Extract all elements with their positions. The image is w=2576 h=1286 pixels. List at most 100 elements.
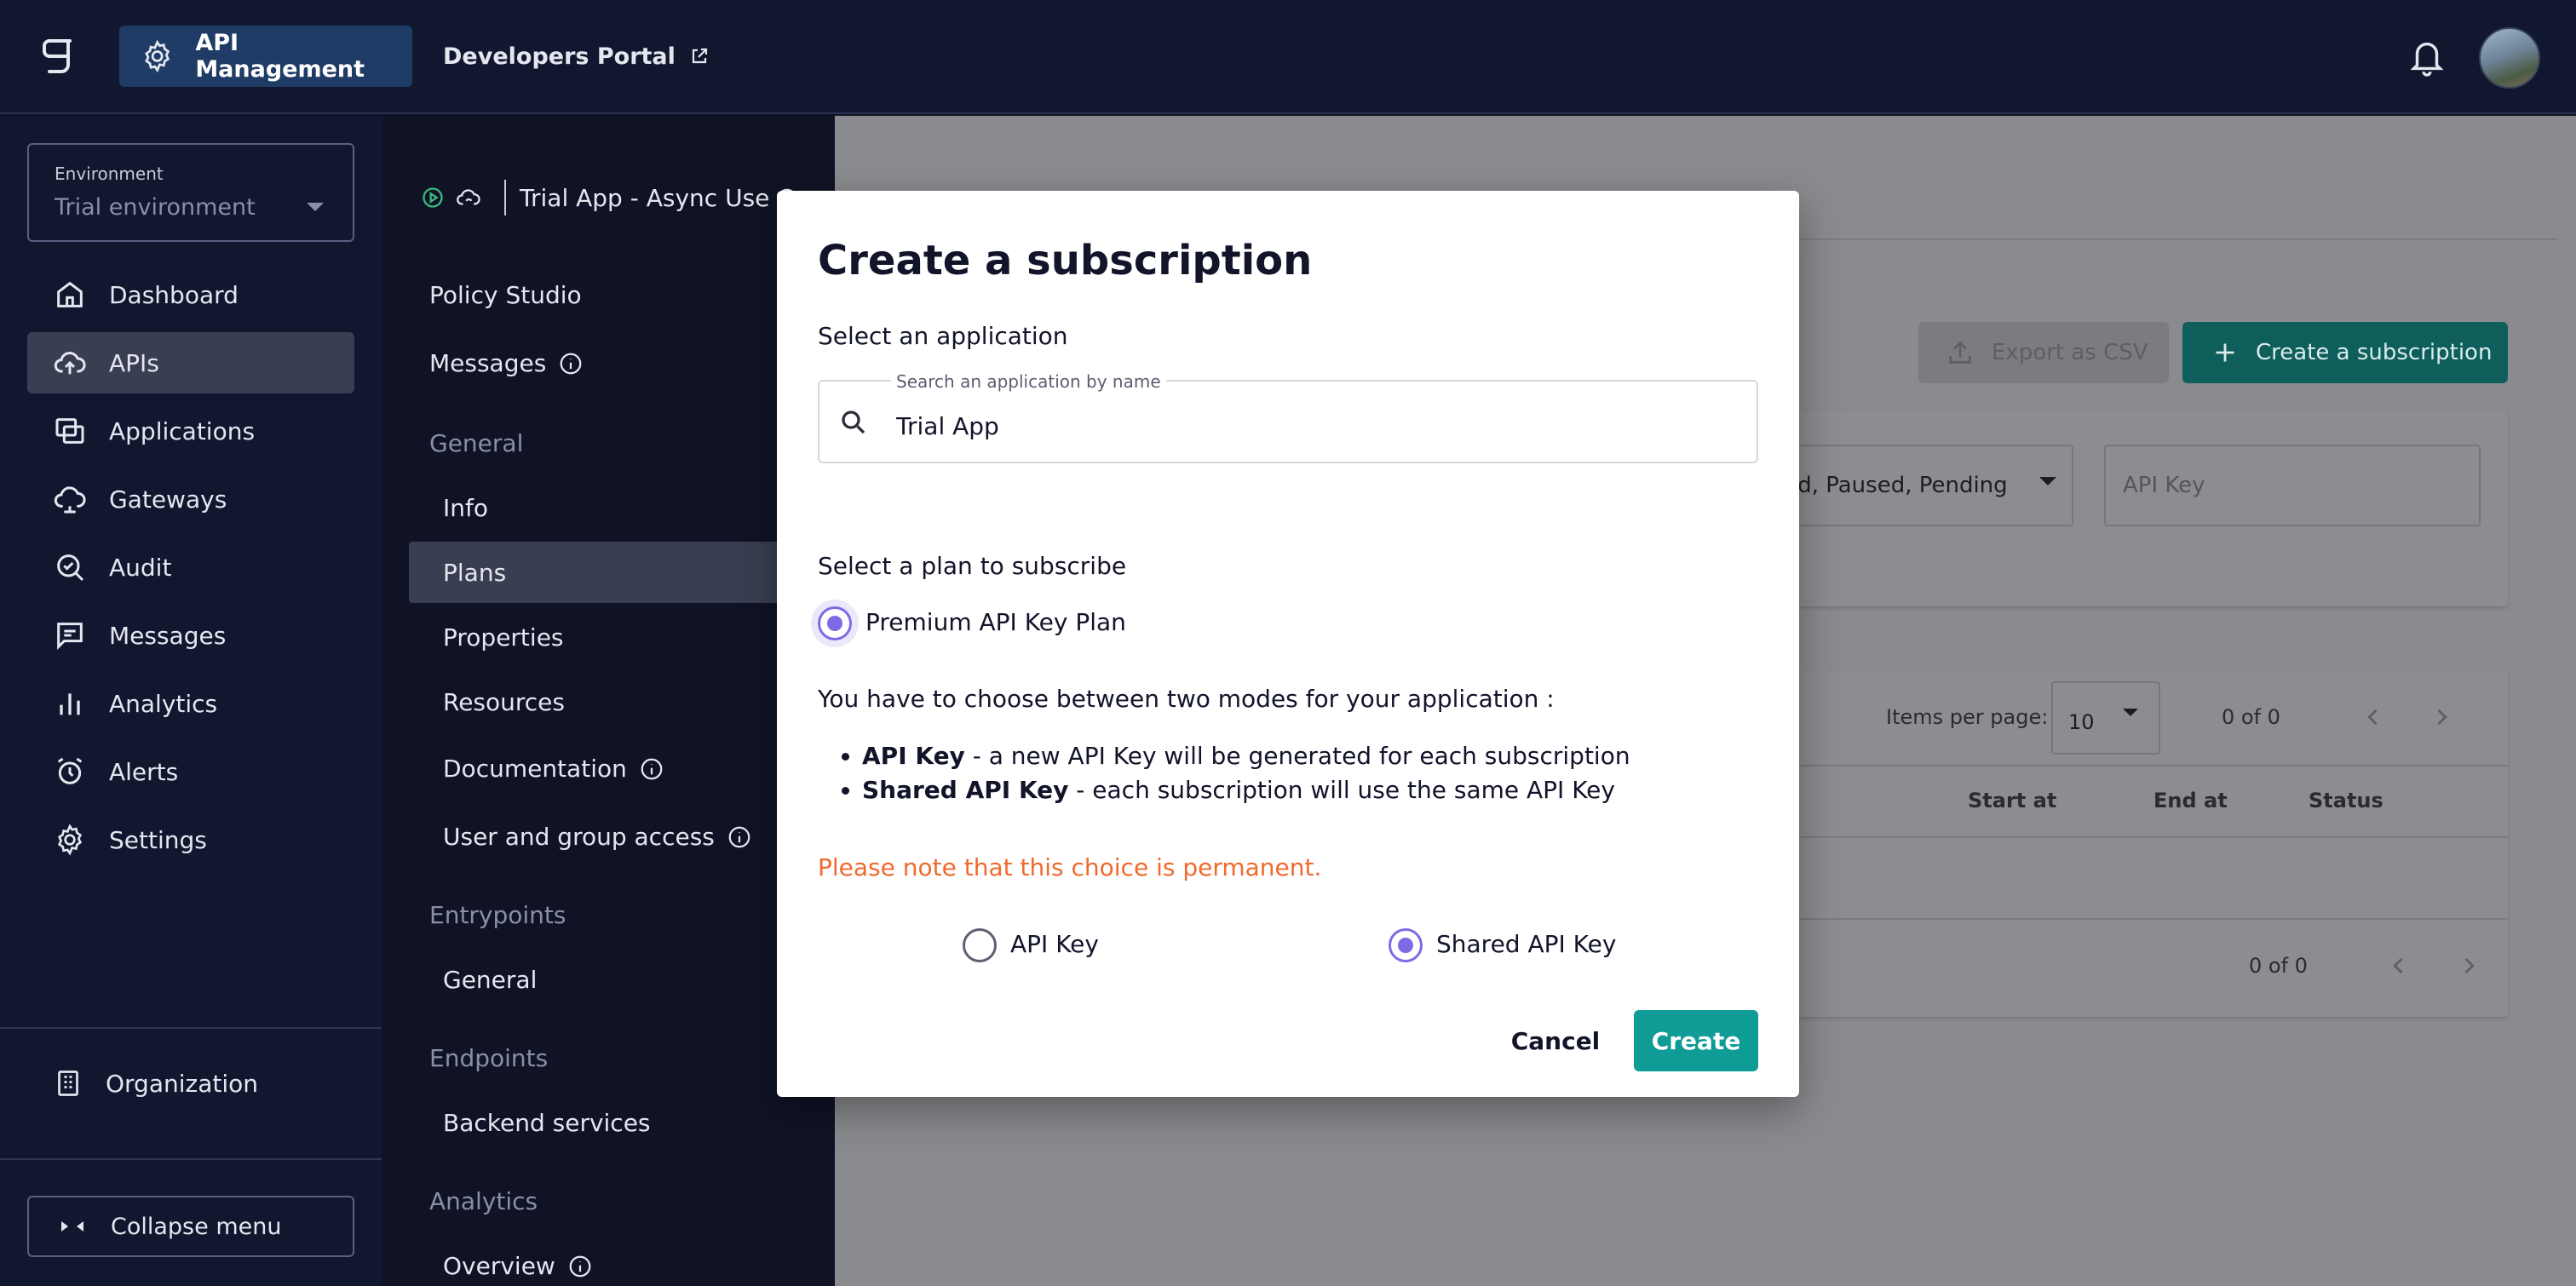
sidebar-item-gateways[interactable]: Gateways bbox=[27, 468, 354, 530]
menu-label: Overview bbox=[443, 1252, 555, 1280]
caret-down-icon bbox=[2123, 709, 2138, 716]
pagination-range: 0 of 0 bbox=[2222, 705, 2280, 729]
menu-label: User and group access bbox=[443, 823, 715, 851]
menu-item-documentation[interactable]: Documentation bbox=[443, 755, 664, 783]
sidebar-item-label: Messages bbox=[109, 621, 227, 650]
sidebar-item-messages[interactable]: Messages bbox=[27, 605, 354, 666]
bullet-text: - a new API Key will be generated for ea… bbox=[964, 742, 1630, 770]
status-filter-value: ted, Paused, Pending bbox=[1775, 473, 2008, 498]
info-icon bbox=[560, 353, 582, 374]
items-per-page-select[interactable]: 10 bbox=[2051, 681, 2160, 755]
collapse-menu-button[interactable]: Collapse menu bbox=[27, 1196, 354, 1257]
menu-label: Info bbox=[443, 494, 488, 522]
menu-label: Properties bbox=[443, 623, 564, 652]
info-icon bbox=[728, 826, 750, 847]
api-name: Trial App - Async Use C bbox=[520, 183, 794, 212]
api-key-filter-input[interactable]: API Key bbox=[2104, 445, 2481, 526]
section-label: Entrypoints bbox=[429, 901, 566, 929]
api-key-placeholder: API Key bbox=[2123, 473, 2205, 498]
bullet-text: - each subscription will use the same AP… bbox=[1068, 776, 1615, 804]
status-filter-select[interactable]: ted, Paused, Pending bbox=[1765, 445, 2073, 526]
menu-label: Backend services bbox=[443, 1109, 651, 1137]
menu-item-info[interactable]: Info bbox=[443, 494, 488, 522]
chevron-right-icon[interactable] bbox=[2429, 703, 2453, 731]
analytics-icon bbox=[60, 693, 80, 715]
main-nav: Dashboard APIs Applications Gateways Aud… bbox=[27, 264, 354, 877]
plan-radio[interactable] bbox=[818, 606, 852, 640]
cancel-button[interactable]: Cancel bbox=[1504, 1010, 1607, 1071]
sidebar-item-applications[interactable]: Applications bbox=[27, 400, 354, 462]
chevron-left-icon[interactable] bbox=[2387, 952, 2411, 979]
export-csv-button[interactable]: Export as CSV bbox=[1918, 322, 2169, 383]
sidebar-divider bbox=[0, 1027, 382, 1029]
user-avatar[interactable] bbox=[2479, 27, 2540, 89]
list-item: API Key - a new API Key will be generate… bbox=[862, 739, 1630, 773]
api-key-radio[interactable] bbox=[963, 928, 997, 962]
create-button[interactable]: Create bbox=[1634, 1010, 1758, 1071]
applications-icon bbox=[55, 418, 84, 444]
sidebar-item-label: Alerts bbox=[109, 757, 179, 786]
collapse-menu-label: Collapse menu bbox=[111, 1213, 282, 1240]
menu-item-entrypoints-general[interactable]: General bbox=[443, 966, 537, 994]
menu-label: Messages bbox=[429, 349, 547, 377]
section-endpoints: Endpoints bbox=[429, 1044, 548, 1072]
menu-label: Documentation bbox=[443, 755, 627, 783]
search-icon bbox=[842, 410, 865, 434]
sidebar-item-apis[interactable]: APIs bbox=[27, 332, 354, 393]
menu-item-user-group-access[interactable]: User and group access bbox=[443, 823, 752, 851]
table-divider bbox=[1765, 765, 2508, 766]
sidebar-item-settings[interactable]: Settings bbox=[27, 809, 354, 870]
chevron-right-icon[interactable] bbox=[2457, 952, 2481, 979]
plan-option-label: Premium API Key Plan bbox=[865, 608, 1126, 636]
application-search-input[interactable]: Search an application by name Trial App bbox=[818, 371, 1758, 463]
menu-item-policy-studio[interactable]: Policy Studio bbox=[429, 281, 582, 309]
column-status: Status bbox=[2309, 789, 2383, 812]
environment-select[interactable]: Environment Trial environment bbox=[27, 143, 354, 242]
gear-icon bbox=[57, 824, 83, 856]
api-key-option-label: API Key bbox=[1010, 930, 1099, 958]
messages-icon bbox=[57, 623, 83, 650]
sidebar-item-label: APIs bbox=[109, 348, 159, 377]
select-plan-label: Select a plan to subscribe bbox=[818, 552, 1127, 580]
menu-item-plans[interactable]: Plans bbox=[443, 559, 506, 587]
top-bar: API Management Developers Portal bbox=[0, 0, 2576, 114]
items-per-page-label: Items per page: bbox=[1886, 705, 2049, 729]
table-divider bbox=[1765, 918, 2508, 920]
info-icon bbox=[641, 758, 663, 779]
external-link-icon bbox=[692, 48, 708, 64]
menu-item-messages[interactable]: Messages bbox=[429, 349, 584, 377]
items-per-page-value: 10 bbox=[2068, 710, 2095, 734]
environment-value: Trial environment bbox=[55, 194, 256, 221]
api-management-button[interactable]: API Management bbox=[119, 26, 412, 87]
sidebar-item-analytics[interactable]: Analytics bbox=[27, 673, 354, 734]
gravitee-logo-icon[interactable] bbox=[37, 34, 78, 78]
menu-label: General bbox=[443, 966, 538, 994]
bullet-term: Shared API Key bbox=[862, 776, 1069, 804]
menu-label: Policy Studio bbox=[429, 281, 582, 309]
building-icon bbox=[58, 1071, 78, 1096]
section-entrypoints: Entrypoints bbox=[429, 901, 566, 929]
sidebar-item-audit[interactable]: Audit bbox=[27, 537, 354, 598]
info-icon bbox=[569, 1255, 591, 1277]
sidebar-item-dashboard[interactable]: Dashboard bbox=[27, 264, 354, 325]
shared-api-key-radio[interactable] bbox=[1389, 928, 1423, 962]
column-end-at: End at bbox=[2153, 789, 2228, 812]
caret-down-icon bbox=[2039, 477, 2056, 485]
play-circle-icon bbox=[423, 187, 443, 208]
menu-item-backend-services[interactable]: Backend services bbox=[443, 1109, 651, 1137]
menu-item-overview[interactable]: Overview bbox=[443, 1252, 593, 1280]
sidebar-item-label: Settings bbox=[109, 825, 207, 854]
sidebar-item-label: Applications bbox=[109, 416, 256, 445]
sidebar-item-alerts[interactable]: Alerts bbox=[27, 741, 354, 802]
menu-item-resources[interactable]: Resources bbox=[443, 688, 565, 716]
chevron-left-icon[interactable] bbox=[2361, 703, 2385, 731]
sidebar-item-organization[interactable]: Organization bbox=[27, 1053, 354, 1114]
notification-bell-icon[interactable] bbox=[2407, 36, 2447, 78]
sidebar-item-label: Dashboard bbox=[109, 280, 239, 309]
developers-portal-link[interactable]: Developers Portal bbox=[443, 26, 710, 87]
organization-label: Organization bbox=[106, 1069, 259, 1098]
create-subscription-button[interactable]: Create a subscription bbox=[2182, 322, 2508, 383]
menu-item-properties[interactable]: Properties bbox=[443, 623, 564, 652]
pagination-range: 0 of 0 bbox=[2249, 954, 2308, 978]
home-icon bbox=[57, 281, 83, 307]
